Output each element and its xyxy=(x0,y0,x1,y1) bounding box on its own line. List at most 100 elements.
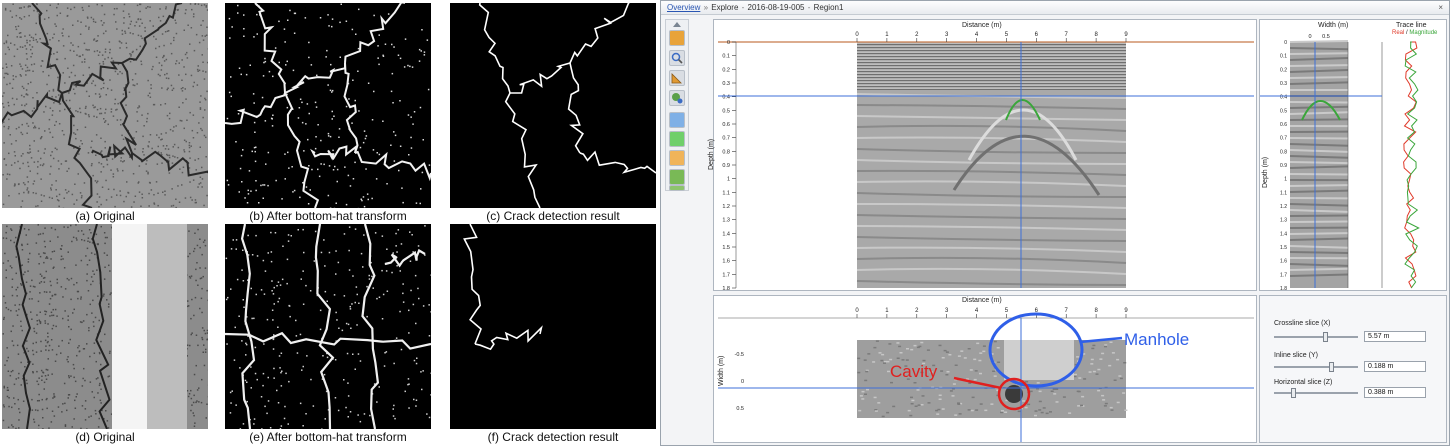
svg-text:0.8: 0.8 xyxy=(722,149,730,155)
svg-text:0.9: 0.9 xyxy=(1280,163,1287,169)
crossline-slider[interactable] xyxy=(1274,332,1358,342)
view-blue-icon[interactable] xyxy=(669,112,685,128)
inline-slider[interactable] xyxy=(1274,362,1358,372)
trace-plot[interactable]: 00.10.20.30.40.50.60.70.80.911.11.21.31.… xyxy=(1260,20,1446,292)
svg-text:1.3: 1.3 xyxy=(1280,218,1287,224)
crossline-value-field[interactable]: 5.57 m xyxy=(1364,331,1426,342)
svg-text:1: 1 xyxy=(885,32,889,38)
cavity-annotation-label: Cavity xyxy=(890,362,938,381)
width-axis-title: Width (m) xyxy=(1318,22,1349,29)
svg-text:0: 0 xyxy=(1284,40,1287,46)
view-green-icon[interactable] xyxy=(669,131,685,147)
svg-text:0.5: 0.5 xyxy=(1280,108,1287,114)
svg-text:0.5: 0.5 xyxy=(1322,34,1330,40)
view-orange-icon[interactable] xyxy=(669,150,685,166)
breadcrumb-dash-2: - xyxy=(807,3,811,12)
svg-text:1.2: 1.2 xyxy=(722,204,730,210)
slice-controls: Crossline slice (X) 5.57 m Inline slice … xyxy=(1259,295,1447,443)
bscan-view[interactable]: Distance (m) Depth (m) 0 1 2 3 4 5 6 7 8 9 0 0.1 0.2… xyxy=(708,19,1257,292)
svg-text:0: 0 xyxy=(1308,34,1311,40)
svg-text:1.4: 1.4 xyxy=(722,231,730,237)
svg-text:0: 0 xyxy=(727,40,730,46)
svg-text:0.1: 0.1 xyxy=(722,54,730,60)
svg-text:1: 1 xyxy=(727,177,730,183)
inline-value-field[interactable]: 0.188 m xyxy=(1364,361,1426,372)
svg-text:2: 2 xyxy=(915,32,919,38)
svg-text:4: 4 xyxy=(975,308,979,314)
layer-list-icon[interactable] xyxy=(669,185,685,191)
bscan-plot[interactable]: 0 1 2 3 4 5 6 7 8 900.10.20.30.40.50.60.70.80.911… xyxy=(714,20,1256,292)
trace-legend: Real / Magnitude xyxy=(1392,30,1437,36)
legend-real: Real xyxy=(1392,30,1405,36)
svg-text:0: 0 xyxy=(741,379,744,385)
crack-result-image-f xyxy=(450,224,656,429)
svg-text:0.7: 0.7 xyxy=(1280,136,1287,142)
trace-panel[interactable]: Width (m) Trace line Real / Magnitude De… xyxy=(1259,19,1447,292)
legend-separator: / xyxy=(1406,30,1408,36)
tool-palette xyxy=(665,19,689,191)
svg-text:0.5: 0.5 xyxy=(736,406,744,412)
crossline-slice-label: Crossline slice (X) xyxy=(1274,320,1331,327)
select-tool-icon[interactable] xyxy=(669,30,685,46)
svg-text:0.9: 0.9 xyxy=(722,163,730,169)
caption-a: (a) Original xyxy=(75,209,135,223)
svg-text:1: 1 xyxy=(1284,177,1287,183)
breadcrumb-overview-link[interactable]: Overview xyxy=(667,3,700,12)
svg-text:1.7: 1.7 xyxy=(722,272,730,278)
caption-e: (e) After bottom-hat transform xyxy=(249,430,407,444)
svg-text:0.1: 0.1 xyxy=(1280,54,1287,60)
slice-plot[interactable]: 0 1 2 3 4 5 6 7 8 9-0.500.5 xyxy=(714,296,1256,442)
pick-icon[interactable] xyxy=(669,90,685,106)
inline-slice-label: Inline slice (Y) xyxy=(1274,352,1318,359)
gpr-explorer-window: Overview » Explore - 2016-08-19-005 - Re… xyxy=(660,0,1450,446)
svg-text:9: 9 xyxy=(1124,32,1128,38)
breadcrumb-region: Region1 xyxy=(813,3,844,12)
horizontal-slice-view[interactable]: Distance (m) Width (m) 0 1 2 3 4 5 6 7 8 9 -0.5 0 0.… xyxy=(713,295,1257,443)
svg-text:0.8: 0.8 xyxy=(1280,149,1287,155)
svg-text:1: 1 xyxy=(885,308,889,314)
svg-text:3: 3 xyxy=(945,308,949,314)
horizontal-slider[interactable] xyxy=(1274,388,1358,398)
svg-text:1.8: 1.8 xyxy=(1280,286,1287,290)
layer-green-icon[interactable] xyxy=(669,169,685,185)
horizontal-value-field[interactable]: 0.388 m xyxy=(1364,387,1426,398)
svg-text:0.2: 0.2 xyxy=(1280,67,1287,73)
caption-f: (f) Crack detection result xyxy=(487,430,619,444)
svg-text:1.7: 1.7 xyxy=(1280,272,1287,278)
inline-slider-thumb[interactable] xyxy=(1329,362,1335,372)
close-icon[interactable]: × xyxy=(1438,1,1443,14)
svg-text:0: 0 xyxy=(855,308,859,314)
svg-text:0.3: 0.3 xyxy=(722,81,730,87)
measure-icon[interactable] xyxy=(669,70,685,86)
svg-text:7: 7 xyxy=(1065,32,1069,38)
svg-text:0.3: 0.3 xyxy=(1280,81,1287,87)
bottom-hat-image-b xyxy=(225,3,431,208)
svg-text:5: 5 xyxy=(1005,32,1009,38)
svg-text:1.6: 1.6 xyxy=(1280,259,1287,265)
svg-text:8: 8 xyxy=(1094,308,1098,314)
breadcrumb-dash: - xyxy=(741,3,745,12)
bottom-hat-image-e xyxy=(225,224,431,429)
svg-text:1.2: 1.2 xyxy=(1280,204,1287,210)
svg-text:3: 3 xyxy=(945,32,949,38)
horizontal-slice-label: Horizontal slice (Z) xyxy=(1274,379,1333,386)
svg-text:1.5: 1.5 xyxy=(1280,245,1287,251)
svg-text:1.8: 1.8 xyxy=(722,286,730,290)
breadcrumb-explore: Explore xyxy=(711,3,739,12)
svg-text:4: 4 xyxy=(975,32,979,38)
horizontal-slider-thumb[interactable] xyxy=(1290,388,1296,398)
crossline-slider-thumb[interactable] xyxy=(1323,332,1328,342)
trace-line-title: Trace line xyxy=(1396,22,1427,29)
svg-text:8: 8 xyxy=(1094,32,1098,38)
collapse-arrow-icon[interactable] xyxy=(673,22,681,27)
slice-x-axis-title: Distance (m) xyxy=(962,297,1002,304)
zoom-icon[interactable] xyxy=(669,50,685,66)
main-y-axis-title: Depth (m) xyxy=(708,138,715,170)
breadcrumb-dataset: 2016-08-19-005 xyxy=(747,3,805,12)
crack-figure-panel: (a) Original (b) After bottom-hat transf… xyxy=(0,0,656,446)
svg-text:0.6: 0.6 xyxy=(722,122,730,128)
breadcrumb: Overview » Explore - 2016-08-19-005 - Re… xyxy=(661,1,1449,15)
caption-c: (c) Crack detection result xyxy=(486,209,620,223)
trace-y-axis-title: Depth (m) xyxy=(1262,156,1269,188)
svg-text:7: 7 xyxy=(1065,308,1069,314)
